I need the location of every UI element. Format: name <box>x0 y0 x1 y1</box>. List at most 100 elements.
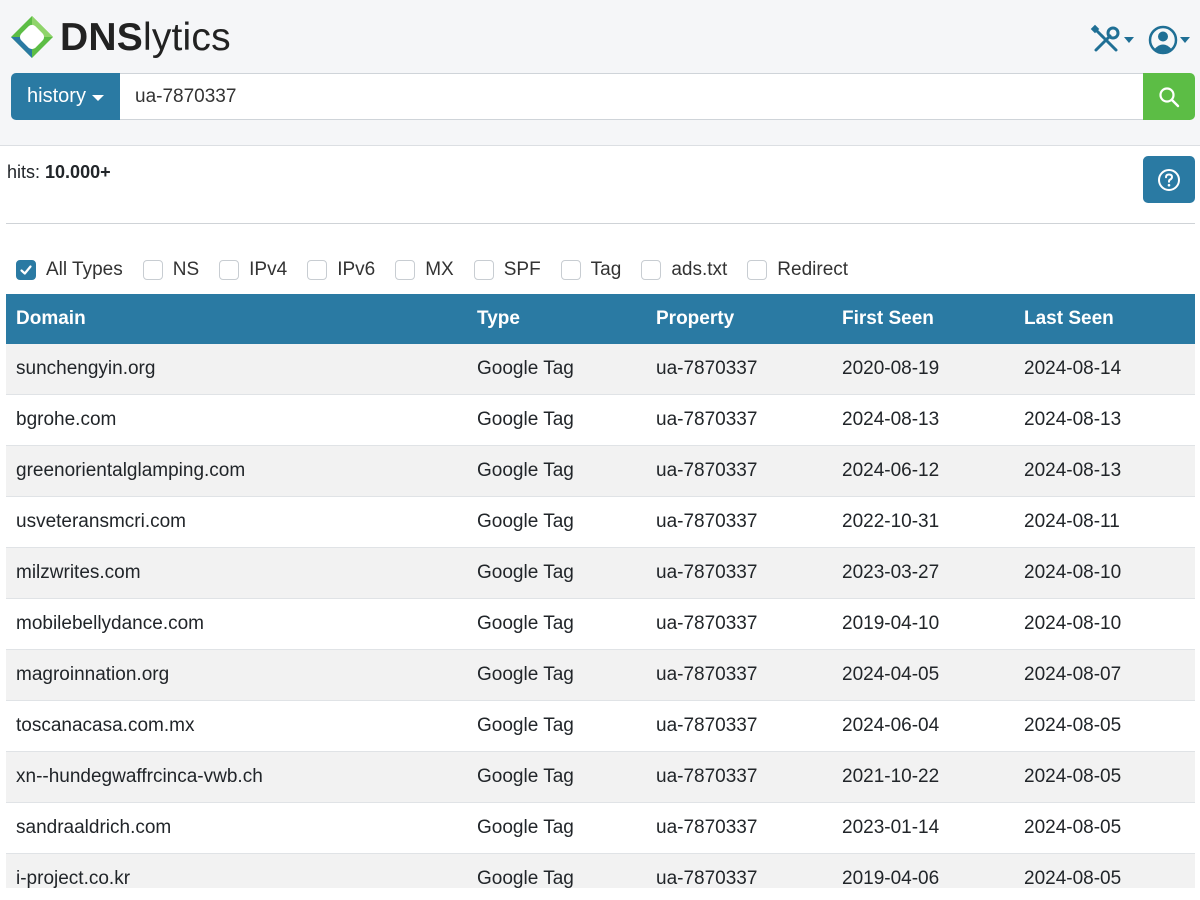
hits-value: 10.000+ <box>45 162 111 182</box>
table-row[interactable]: usveteransmcri.com Google Tag ua-7870337 20… <box>6 497 1195 548</box>
domain-link[interactable]: bgrohe.com <box>6 409 467 431</box>
filter-redirect[interactable]: Redirect <box>747 259 848 281</box>
type-cell: Google Tag <box>477 766 574 787</box>
logo-text-bold: DNS <box>60 15 143 59</box>
logo-text-rest: lytics <box>142 15 231 59</box>
filter-mx[interactable]: MX <box>395 259 454 281</box>
table-row[interactable]: magroinnation.org Google Tag ua-7870337 202… <box>6 650 1195 701</box>
table-row[interactable]: mobilebellydance.com Google Tag ua-7870337… <box>6 599 1195 650</box>
column-header-type[interactable]: Type <box>467 308 646 330</box>
user-menu-button[interactable] <box>1148 25 1190 55</box>
check-icon <box>20 265 32 275</box>
checkbox[interactable] <box>641 260 662 280</box>
filter-ads-txt[interactable]: ads.txt <box>641 259 727 281</box>
column-header-last-seen[interactable]: Last Seen <box>1014 308 1195 330</box>
filter-all-types[interactable]: All Types <box>16 259 123 281</box>
checkbox[interactable] <box>307 260 328 280</box>
chevron-down-icon <box>1124 37 1134 43</box>
type-cell: Google Tag <box>477 358 574 379</box>
first-seen-cell: 2023-01-14 <box>842 817 940 838</box>
type-cell: Google Tag <box>477 868 574 888</box>
last-seen-cell: 2024-08-05 <box>1024 817 1122 838</box>
last-seen-cell: 2024-08-10 <box>1024 613 1122 634</box>
filter-label: Redirect <box>777 259 849 280</box>
type-cell: Google Tag <box>477 817 574 838</box>
table-row[interactable]: bgrohe.com Google Tag ua-7870337 2024-08-13… <box>6 395 1195 446</box>
filter-ns[interactable]: NS <box>142 259 199 281</box>
hits-count: hits: 10.000+ <box>7 162 111 183</box>
table-row[interactable]: sandraaldrich.com Google Tag ua-7870337 202… <box>6 803 1195 854</box>
filter-tag[interactable]: Tag <box>560 259 621 281</box>
chevron-down-icon <box>91 94 104 101</box>
table-row[interactable]: sunchengyin.org Google Tag ua-7870337 2020-… <box>6 344 1195 395</box>
first-seen-cell: 2022-10-31 <box>842 511 940 532</box>
column-header-first-seen[interactable]: First Seen <box>832 308 1014 330</box>
last-seen-cell: 2024-08-07 <box>1024 664 1122 685</box>
property-cell: ua-7870337 <box>656 562 758 583</box>
domain-link[interactable]: magroinnation.org <box>6 664 467 686</box>
domain-link[interactable]: xn--hundegwaffrcinca-vwb.ch <box>6 766 467 788</box>
first-seen-cell: 2020-08-19 <box>842 358 940 379</box>
hits-label: hits: <box>7 162 41 182</box>
tools-menu-button[interactable] <box>1090 24 1134 56</box>
checkbox[interactable] <box>219 260 240 280</box>
search-bar: history <box>11 73 1195 120</box>
tools-icon <box>1090 24 1120 52</box>
question-circle-icon <box>1158 168 1180 191</box>
filter-label: IPv4 <box>249 259 288 280</box>
domain-link[interactable]: milzwrites.com <box>6 562 467 584</box>
search-button[interactable] <box>1143 73 1195 120</box>
table-header: Domain Type Property First Seen Last See… <box>6 294 1195 344</box>
domain-link[interactable]: usveteransmcri.com <box>6 511 467 533</box>
help-button[interactable] <box>1143 156 1195 203</box>
filter-label: SPF <box>503 259 541 280</box>
search-mode-dropdown[interactable]: history <box>11 73 120 120</box>
logo-text: DNSlytics <box>60 18 231 57</box>
domain-link[interactable]: greenorientalglamping.com <box>6 460 467 482</box>
logo[interactable]: DNSlytics <box>10 14 231 60</box>
table-row[interactable]: toscanacasa.com.mx Google Tag ua-7870337 20… <box>6 701 1195 752</box>
filter-spf[interactable]: SPF <box>473 259 541 281</box>
last-seen-cell: 2024-08-14 <box>1024 358 1122 379</box>
domain-link[interactable]: toscanacasa.com.mx <box>6 715 467 737</box>
property-cell: ua-7870337 <box>656 868 758 888</box>
table-row[interactable]: milzwrites.com Google Tag ua-7870337 2023-0… <box>6 548 1195 599</box>
property-cell: ua-7870337 <box>656 358 758 379</box>
domain-link[interactable]: sandraaldrich.com <box>6 817 467 839</box>
checkbox[interactable] <box>473 260 494 280</box>
domain-link[interactable]: mobilebellydance.com <box>6 613 467 635</box>
last-seen-cell: 2024-08-05 <box>1024 766 1122 787</box>
checkbox[interactable] <box>560 260 581 280</box>
search-input[interactable] <box>120 73 1143 120</box>
page-viewport: DNSlytics history ua-7870337 hits: 10.00… <box>0 0 1200 888</box>
column-header-property[interactable]: Property <box>646 308 832 330</box>
last-seen-cell: 2024-08-10 <box>1024 562 1122 583</box>
type-cell: Google Tag <box>477 511 574 532</box>
table-row[interactable]: greenorientalglamping.com Google Tag ua-78… <box>6 446 1195 497</box>
first-seen-cell: 2019-04-10 <box>842 613 940 634</box>
type-cell: Google Tag <box>477 613 574 634</box>
filter-label: MX <box>425 259 454 280</box>
first-seen-cell: 2024-06-12 <box>842 460 940 481</box>
type-cell: Google Tag <box>477 460 574 481</box>
user-circle-icon <box>1148 25 1178 55</box>
table-row[interactable]: i-project.co.kr Google Tag ua-7870337 2019-… <box>6 854 1195 888</box>
domain-link[interactable]: sunchengyin.org <box>6 358 467 380</box>
filter-ipv6[interactable]: IPv6 <box>307 259 375 281</box>
property-cell: ua-7870337 <box>656 409 758 430</box>
checkbox[interactable] <box>395 260 416 280</box>
checkbox[interactable] <box>747 260 768 280</box>
property-cell: ua-7870337 <box>656 511 758 532</box>
type-cell: Google Tag <box>477 664 574 685</box>
domain-link[interactable]: i-project.co.kr <box>6 868 467 888</box>
last-seen-cell: 2024-08-13 <box>1024 409 1122 430</box>
column-header-domain[interactable]: Domain <box>6 308 467 330</box>
first-seen-cell: 2024-06-04 <box>842 715 940 736</box>
filter-ipv4[interactable]: IPv4 <box>219 259 287 281</box>
property-cell: ua-7870337 <box>656 817 758 838</box>
checkbox[interactable] <box>142 260 163 280</box>
table-row[interactable]: xn--hundegwaffrcinca-vwb.ch Google Tag ua-… <box>6 752 1195 803</box>
checkbox-checked[interactable] <box>16 260 36 280</box>
filter-label: IPv6 <box>337 259 376 280</box>
property-cell: ua-7870337 <box>656 460 758 481</box>
